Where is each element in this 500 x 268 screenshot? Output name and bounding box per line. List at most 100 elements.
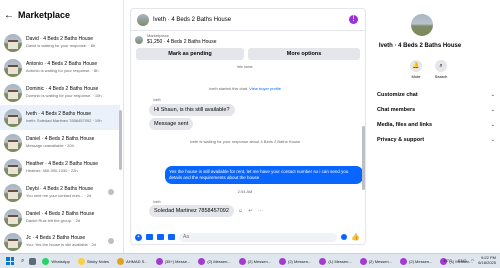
- timestamp: 2:54 AM: [237, 189, 253, 194]
- avatar[interactable]: [411, 14, 433, 36]
- avatar: [4, 208, 22, 227]
- chevron-down-icon: ⌄: [490, 122, 495, 128]
- taskbar-app-button[interactable]: (35+) Messe...: [154, 256, 193, 267]
- scrollbar[interactable]: [119, 110, 122, 170]
- emoji-icon[interactable]: [341, 234, 347, 240]
- message-bubble-incoming[interactable]: Message sent: [149, 118, 194, 130]
- taskbar-app-label: (2) Messen...: [409, 258, 433, 264]
- conversation-item[interactable]: Daniel · 4 Beds 2 Baths House Message una…: [0, 130, 120, 155]
- conversation-name: Daniel · 4 Beds 2 Baths House: [26, 211, 95, 217]
- taskbar-app-label: (2) Messen...: [368, 258, 393, 264]
- conversation-item[interactable]: David · 4 Beds 2 Baths House David is wai…: [0, 30, 120, 55]
- started-chat-text: Iveth started this chat.: [209, 86, 249, 91]
- taskbar-app-button[interactable]: (2) Messen...: [358, 256, 394, 267]
- sticker-icon[interactable]: [157, 234, 164, 240]
- read-receipt-icon: [108, 238, 114, 244]
- app-icon: [359, 257, 367, 265]
- plus-icon[interactable]: +: [135, 233, 142, 241]
- conversation-snippet: Iveth: Soledad Martinez 7858457092 · 19h: [26, 118, 102, 123]
- conversation-item[interactable]: Dominic · 4 Beds 2 Baths House Dominic is…: [0, 80, 120, 105]
- listing-thumbnail[interactable]: [135, 36, 143, 44]
- message-actions-icon[interactable]: ☺ ↩ ⋯: [238, 208, 265, 214]
- avatar: [4, 58, 22, 77]
- avatar: [4, 183, 22, 202]
- like-icon[interactable]: 👍: [351, 233, 360, 241]
- page-title: Marketplace: [18, 10, 71, 20]
- composer: + 👍: [131, 230, 365, 244]
- listing-category: Marketplace: [147, 33, 169, 38]
- system-message: Iveth started this chat. View buyer prof…: [131, 86, 359, 91]
- taskbar-app-button[interactable]: (1) Messen...: [317, 256, 353, 267]
- section-chat-members[interactable]: Chat members ⌄: [377, 107, 495, 113]
- taskbar-app-button[interactable]: (2) Messen...: [196, 256, 232, 267]
- conversation-item-active[interactable]: Iveth · 4 Beds 2 Baths House Iveth: Soled…: [0, 105, 120, 130]
- search-label: Search: [434, 74, 448, 79]
- view-buyer-profile-link[interactable]: View buyer profile: [249, 86, 281, 91]
- sender-name: Iveth: [153, 98, 161, 102]
- avatar: [4, 232, 22, 251]
- taskbar-app-label: (2) Messen...: [207, 258, 231, 264]
- conversation-snippet: Antonio is waiting for your response. · …: [26, 68, 99, 73]
- message-bubble-incoming[interactable]: Hi Shaun, is this still available?: [149, 104, 235, 116]
- conversation-item[interactable]: Jc · 4 Beds 2 Baths House You: Yes the ho…: [0, 229, 120, 253]
- section-media-files-links[interactable]: Media, files and links ⌄: [377, 122, 495, 128]
- app-icon: [279, 257, 286, 265]
- scrollbar[interactable]: [362, 126, 365, 190]
- conversation-name: Jc · 4 Beds 2 Baths House: [26, 235, 86, 241]
- taskbar-app-button[interactable]: (2) Messen...: [277, 256, 313, 267]
- section-customize-chat[interactable]: Customize chat ⌄: [377, 92, 495, 98]
- system-text: title name: [237, 65, 253, 69]
- gif-icon[interactable]: [168, 234, 175, 240]
- conversation-name: Antonio · 4 Beds 2 Baths House: [26, 61, 98, 67]
- sender-name: Iveth: [153, 200, 161, 204]
- listing-bar: Marketplace $1,250 · 4 Beds 2 Baths Hous…: [131, 31, 365, 63]
- app-icon: [42, 257, 50, 265]
- message-bubble-outgoing[interactable]: Yes the house is still available for ren…: [165, 166, 363, 184]
- chat-header: Iveth · 4 Beds 2 Baths House ⋮: [131, 9, 365, 31]
- app-icon: [117, 257, 125, 265]
- more-options-button[interactable]: More options: [248, 48, 360, 60]
- taskbar-app-button[interactable]: AHMAD S...: [115, 256, 150, 267]
- chevron-down-icon: ⌄: [490, 107, 495, 113]
- mute-button[interactable]: 🔔 Mute: [406, 60, 426, 79]
- conversation-item[interactable]: Antonio · 4 Beds 2 Baths House Antonio is…: [0, 55, 120, 80]
- weather-text[interactable]: 18°C: [443, 258, 452, 263]
- read-receipt-icon: [108, 189, 114, 195]
- listing-title[interactable]: $1,250 · 4 Beds 2 Baths House: [147, 39, 217, 45]
- chat-info-panel: Iveth · 4 Beds 2 Baths House 🔔 Mute ⌕ Se…: [370, 0, 500, 253]
- conversation-name: David · 4 Beds 2 Baths House: [26, 36, 93, 42]
- taskbar-app-label: (1) Messen...: [328, 258, 352, 264]
- task-view-icon[interactable]: [29, 257, 37, 265]
- more-icon[interactable]: ⋮: [349, 15, 358, 24]
- back-arrow-icon[interactable]: ←: [4, 10, 14, 21]
- taskbar-app-button[interactable]: Sticky Notes: [76, 256, 111, 267]
- app-icon: [319, 257, 327, 265]
- chat-title[interactable]: Iveth · 4 Beds 2 Baths House: [153, 17, 231, 23]
- windows-start-icon[interactable]: [6, 257, 14, 265]
- clock[interactable]: 9:22 PM 6/18/2025: [478, 255, 496, 265]
- search-icon[interactable]: ⌕: [21, 258, 24, 265]
- taskbar-app-button[interactable]: (2) Messen...: [237, 256, 273, 267]
- info-name: Iveth · 4 Beds 2 Baths House: [378, 43, 462, 49]
- conversation-name: Dominic · 4 Beds 2 Baths House: [26, 86, 99, 92]
- taskbar-app-button[interactable]: WhatsApp: [40, 256, 71, 267]
- mark-as-pending-button[interactable]: Mark as pending: [136, 48, 244, 60]
- conversation-snippet: Heather: 480-390-1030 · 22h: [26, 168, 78, 173]
- conversation-item[interactable]: Heather · 4 Beds 2 Baths House Heather: 4…: [0, 155, 120, 180]
- taskbar-app-button[interactable]: (2) Messen...: [398, 256, 434, 267]
- conversation-item[interactable]: Deybi · 4 Beds 2 Baths House You sent me …: [0, 180, 120, 205]
- clock-date: 6/18/2025: [478, 260, 496, 265]
- avatar[interactable]: [137, 13, 149, 26]
- message-bubble-incoming[interactable]: Soledad Martinez 7858457092: [149, 205, 234, 217]
- image-icon[interactable]: [146, 234, 153, 240]
- wifi-icon[interactable]: ◠: [471, 258, 475, 263]
- message-input[interactable]: [179, 232, 337, 242]
- conversation-name: Daniel · 4 Beds 2 Baths House: [26, 136, 95, 142]
- section-privacy-support[interactable]: Privacy & support ⌄: [377, 137, 495, 143]
- left-header: ← Marketplace: [0, 0, 123, 30]
- search-button[interactable]: ⌕ Search: [431, 60, 451, 79]
- language-indicator[interactable]: ENG: [458, 258, 467, 263]
- taskbar-app-label: (2) Messen...: [288, 258, 312, 264]
- system-tray: 18°C ENG ◠ 9:22 PM 6/18/2025: [443, 255, 496, 265]
- conversation-item[interactable]: Daniel · 4 Beds 2 Baths House Daniel Ruiz…: [0, 205, 120, 230]
